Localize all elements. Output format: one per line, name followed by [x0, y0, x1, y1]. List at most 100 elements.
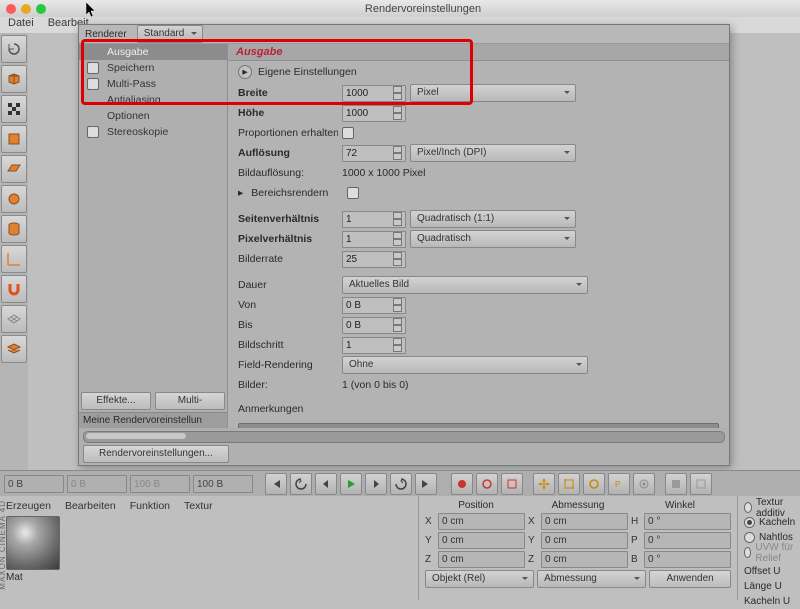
rotate-icon[interactable] — [583, 473, 605, 495]
tool-grid-icon[interactable] — [1, 305, 27, 333]
radio-uvw[interactable] — [744, 547, 751, 558]
pos-Y-input[interactable]: 0 cm — [438, 532, 525, 549]
row-field-rendering: Field-RenderingOhne — [228, 355, 729, 375]
rot-H-input[interactable]: 0 ° — [644, 513, 731, 530]
pla-icon[interactable] — [633, 473, 655, 495]
scale-icon[interactable] — [558, 473, 580, 495]
checkbox-icon[interactable] — [87, 78, 99, 90]
tool-cube-icon[interactable] — [1, 65, 27, 93]
renderer-dropdown[interactable]: Standard — [137, 25, 204, 43]
sidebar-item-speichern[interactable]: Speichern — [79, 60, 227, 76]
param-icon[interactable]: P — [608, 473, 630, 495]
prev-key-icon[interactable] — [290, 473, 312, 495]
step-fwd-icon[interactable] — [365, 473, 387, 495]
autokey-icon[interactable] — [476, 473, 498, 495]
tab-textur[interactable]: Textur — [184, 500, 213, 512]
pos-Z-input[interactable]: 0 cm — [438, 551, 525, 568]
tool-layers-icon[interactable] — [1, 335, 27, 363]
keyframe-sel-icon[interactable] — [501, 473, 523, 495]
next-key-icon[interactable] — [390, 473, 412, 495]
pixelaspect-dropdown[interactable]: Quadratisch — [410, 230, 576, 248]
time-field-1[interactable]: 0 B — [4, 475, 64, 493]
sidebar-item-multipass[interactable]: Multi-Pass — [79, 76, 227, 92]
my-render-preset[interactable]: Meine Rendervoreinstellun — [79, 412, 227, 428]
close-icon[interactable] — [6, 4, 16, 14]
row-bildaufloesung: Bildauflösung:1000 x 1000 Pixel — [228, 163, 729, 183]
anmerkungen-textarea[interactable] — [238, 423, 719, 428]
bereich-checkbox[interactable] — [347, 187, 359, 199]
move-icon[interactable] — [533, 473, 555, 495]
time-field-2[interactable]: 0 B — [67, 475, 127, 493]
material-preview[interactable] — [6, 516, 60, 570]
von-input[interactable]: 0 B — [342, 297, 406, 314]
sidebar-item-stereoskopie[interactable]: Stereoskopie — [79, 124, 227, 140]
tool-plane-icon[interactable] — [1, 155, 27, 183]
row-bereichsrendern: ▸Bereichsrendern — [228, 183, 729, 203]
radio-kacheln[interactable] — [744, 517, 755, 528]
breite-input[interactable]: 1000 — [342, 85, 406, 102]
pos-X-input[interactable]: 0 cm — [438, 513, 525, 530]
object-mode-dropdown[interactable]: Objekt (Rel) — [425, 570, 534, 588]
rot-B-input[interactable]: 0 ° — [644, 551, 731, 568]
multipass-button[interactable]: Multi-Pass... — [155, 392, 225, 410]
tool-undo[interactable] — [1, 35, 27, 63]
horizontal-scrollbar[interactable] — [83, 431, 725, 443]
dim-Y-input[interactable]: 0 cm — [541, 532, 628, 549]
tool-magnet-icon[interactable] — [1, 275, 27, 303]
checkbox-icon[interactable] — [87, 62, 99, 74]
coordinates-panel: PositionAbmessungWinkel X 0 cm X 0 cm H … — [419, 496, 738, 600]
sidebar-item-optionen[interactable]: Optionen — [79, 108, 227, 124]
dim-Z-input[interactable]: 0 cm — [541, 551, 628, 568]
proportionen-checkbox[interactable] — [342, 127, 354, 139]
go-end-icon[interactable] — [415, 473, 437, 495]
chevron-right-icon[interactable]: ▸ — [238, 187, 243, 199]
record-icon[interactable] — [451, 473, 473, 495]
tab-erzeugen[interactable]: Erzeugen — [6, 500, 51, 512]
aspect-dropdown[interactable]: Quadratisch (1:1) — [410, 210, 576, 228]
tab-funktion[interactable]: Funktion — [130, 500, 170, 512]
field-dropdown[interactable]: Ohne — [342, 356, 588, 374]
render-settings-button[interactable]: Rendervoreinstellungen... — [83, 445, 229, 463]
minimize-icon[interactable] — [21, 4, 31, 14]
radio-textur-additiv[interactable] — [744, 502, 752, 513]
chevron-right-icon[interactable]: ▸ — [238, 65, 252, 79]
tab-bearbeiten[interactable]: Bearbeiten — [65, 500, 116, 512]
hoehe-input[interactable]: 1000 — [342, 105, 406, 122]
sidebar-item-antialiasing[interactable]: Antialiasing — [79, 92, 227, 108]
zoom-icon[interactable] — [36, 4, 46, 14]
bildschritt-input[interactable]: 1 — [342, 337, 406, 354]
checkbox-icon[interactable] — [87, 126, 99, 138]
radio-nahtlos[interactable] — [744, 532, 755, 543]
effekte-button[interactable]: Effekte... — [81, 392, 151, 410]
play-icon[interactable] — [340, 473, 362, 495]
unit-dropdown[interactable]: Pixel — [410, 84, 576, 102]
step-back-icon[interactable] — [315, 473, 337, 495]
toggle-b-icon[interactable] — [690, 473, 712, 495]
tool-sphere-icon[interactable] — [1, 185, 27, 213]
anwenden-button[interactable]: Anwenden — [649, 570, 731, 588]
abmessung-dropdown[interactable]: Abmessung — [537, 570, 646, 588]
material-name[interactable]: Mat — [6, 572, 60, 583]
rot-P-input[interactable]: 0 ° — [644, 532, 731, 549]
time-field-3[interactable]: 100 B — [130, 475, 190, 493]
menu-datei[interactable]: Datei — [8, 17, 34, 33]
bilderrate-input[interactable]: 25 — [342, 251, 406, 268]
tool-checker-icon[interactable] — [1, 95, 27, 123]
tool-axis-icon[interactable] — [1, 245, 27, 273]
aufloesung-input[interactable]: 72 — [342, 145, 406, 162]
bis-input[interactable]: 0 B — [342, 317, 406, 334]
go-start-icon[interactable] — [265, 473, 287, 495]
tool-deformer-icon[interactable] — [1, 125, 27, 153]
seitenverhaeltnis-input[interactable]: 1 — [342, 211, 406, 228]
dialog-main: Ausgabe ▸Eigene Einstellungen Breite1000… — [228, 44, 729, 428]
time-field-4[interactable]: 100 B — [193, 475, 253, 493]
toggle-a-icon[interactable] — [665, 473, 687, 495]
dim-X-input[interactable]: 0 cm — [541, 513, 628, 530]
row-bilderrate: Bilderrate25 — [228, 249, 729, 269]
pixelverhaeltnis-input[interactable]: 1 — [342, 231, 406, 248]
dauer-dropdown[interactable]: Aktuelles Bild — [342, 276, 588, 294]
texture-options: Textur additiv Kacheln Nahtlos UVW für R… — [738, 496, 800, 600]
tool-cylinder-icon[interactable] — [1, 215, 27, 243]
sidebar-item-ausgabe[interactable]: Ausgabe — [79, 44, 227, 60]
dpi-dropdown[interactable]: Pixel/Inch (DPI) — [410, 144, 576, 162]
